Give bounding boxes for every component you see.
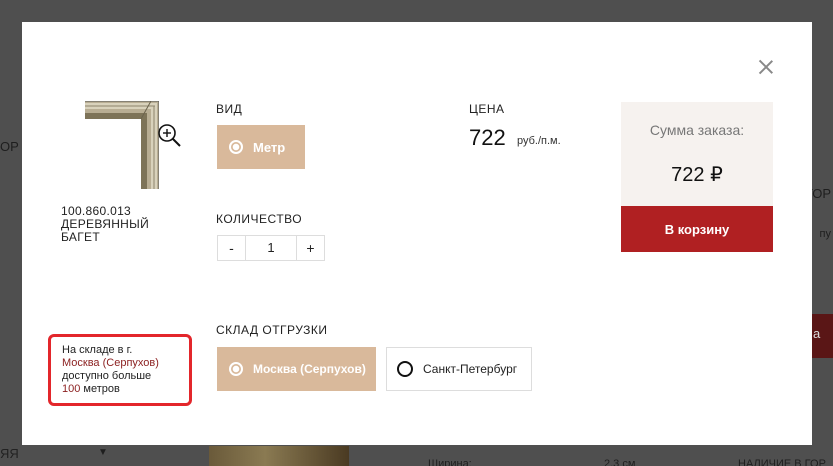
warehouse-option-moscow[interactable]: Москва (Серпухов) — [217, 347, 376, 391]
radio-selected-icon — [229, 140, 243, 154]
stock-note-city: Москва (Серпухов) — [62, 357, 159, 369]
stock-note-prefix: На складе в г. — [62, 344, 133, 356]
warehouse-option-label: Москва (Серпухов) — [253, 362, 366, 376]
price-value: 722 — [469, 125, 506, 150]
radio-selected-icon — [229, 362, 243, 376]
price-unit: руб./п.м. — [517, 135, 561, 147]
order-sum-label: Сумма заказа: — [649, 122, 745, 138]
product-info: 100.860.013 ДЕРЕВЯННЫЙ БАГЕТ — [61, 205, 181, 244]
quantity-increase-button[interactable]: + — [296, 236, 324, 260]
stock-note-amount: 100 — [62, 383, 81, 395]
view-option-metr[interactable]: Метр — [217, 125, 305, 169]
background-red-button: а — [809, 314, 833, 358]
background-text-width-value: 2,3 см — [604, 458, 636, 466]
stock-note-middle: доступно больше — [62, 370, 152, 382]
stock-note-suffix: метров — [83, 383, 120, 395]
background-dropdown-arrow-icon: ▼ — [98, 447, 108, 458]
zoom-icon[interactable] — [156, 122, 182, 148]
background-text-left: ОР — [0, 139, 19, 154]
quantity-decrease-button[interactable]: - — [218, 236, 246, 260]
warehouse-label: СКЛАД ОТГРУЗКИ — [216, 323, 328, 337]
warehouse-option-spb[interactable]: Санкт-Петербург — [386, 347, 532, 391]
background-text-bottom-left: ЯЯ — [0, 446, 19, 461]
order-sum-value: 722 ₽ — [671, 164, 723, 186]
order-summary: Сумма заказа: 722 ₽ — [621, 102, 773, 206]
background-text-right-2: пу — [819, 228, 831, 240]
quantity-label: КОЛИЧЕСТВО — [216, 212, 303, 226]
product-thumbnail[interactable] — [85, 101, 159, 189]
quantity-input[interactable] — [246, 236, 296, 260]
product-name: ДЕРЕВЯННЫЙ БАГЕТ — [61, 217, 149, 244]
background-product-image — [209, 446, 349, 466]
stock-note-amount-line: 100 метров — [62, 383, 189, 396]
price-label: ЦЕНА — [469, 102, 505, 116]
add-to-cart-button[interactable]: В корзину — [621, 206, 773, 252]
radio-unselected-icon — [397, 361, 413, 377]
product-modal: 100.860.013 ДЕРЕВЯННЫЙ БАГЕТ ВИД Метр ЦЕ… — [22, 22, 812, 445]
warehouse-option-label: Санкт-Петербург — [423, 362, 518, 376]
background-text-availability: НАЛИЧИЕ В ГОР — [738, 458, 826, 466]
quantity-stepper: - + — [217, 235, 325, 261]
view-label: ВИД — [216, 102, 243, 116]
close-icon[interactable] — [759, 60, 773, 74]
background-text-width-label: Ширина: — [428, 458, 472, 466]
view-option-label: Метр — [253, 139, 286, 155]
stock-availability-note: На складе в г. Москва (Серпухов) доступн… — [48, 334, 192, 406]
